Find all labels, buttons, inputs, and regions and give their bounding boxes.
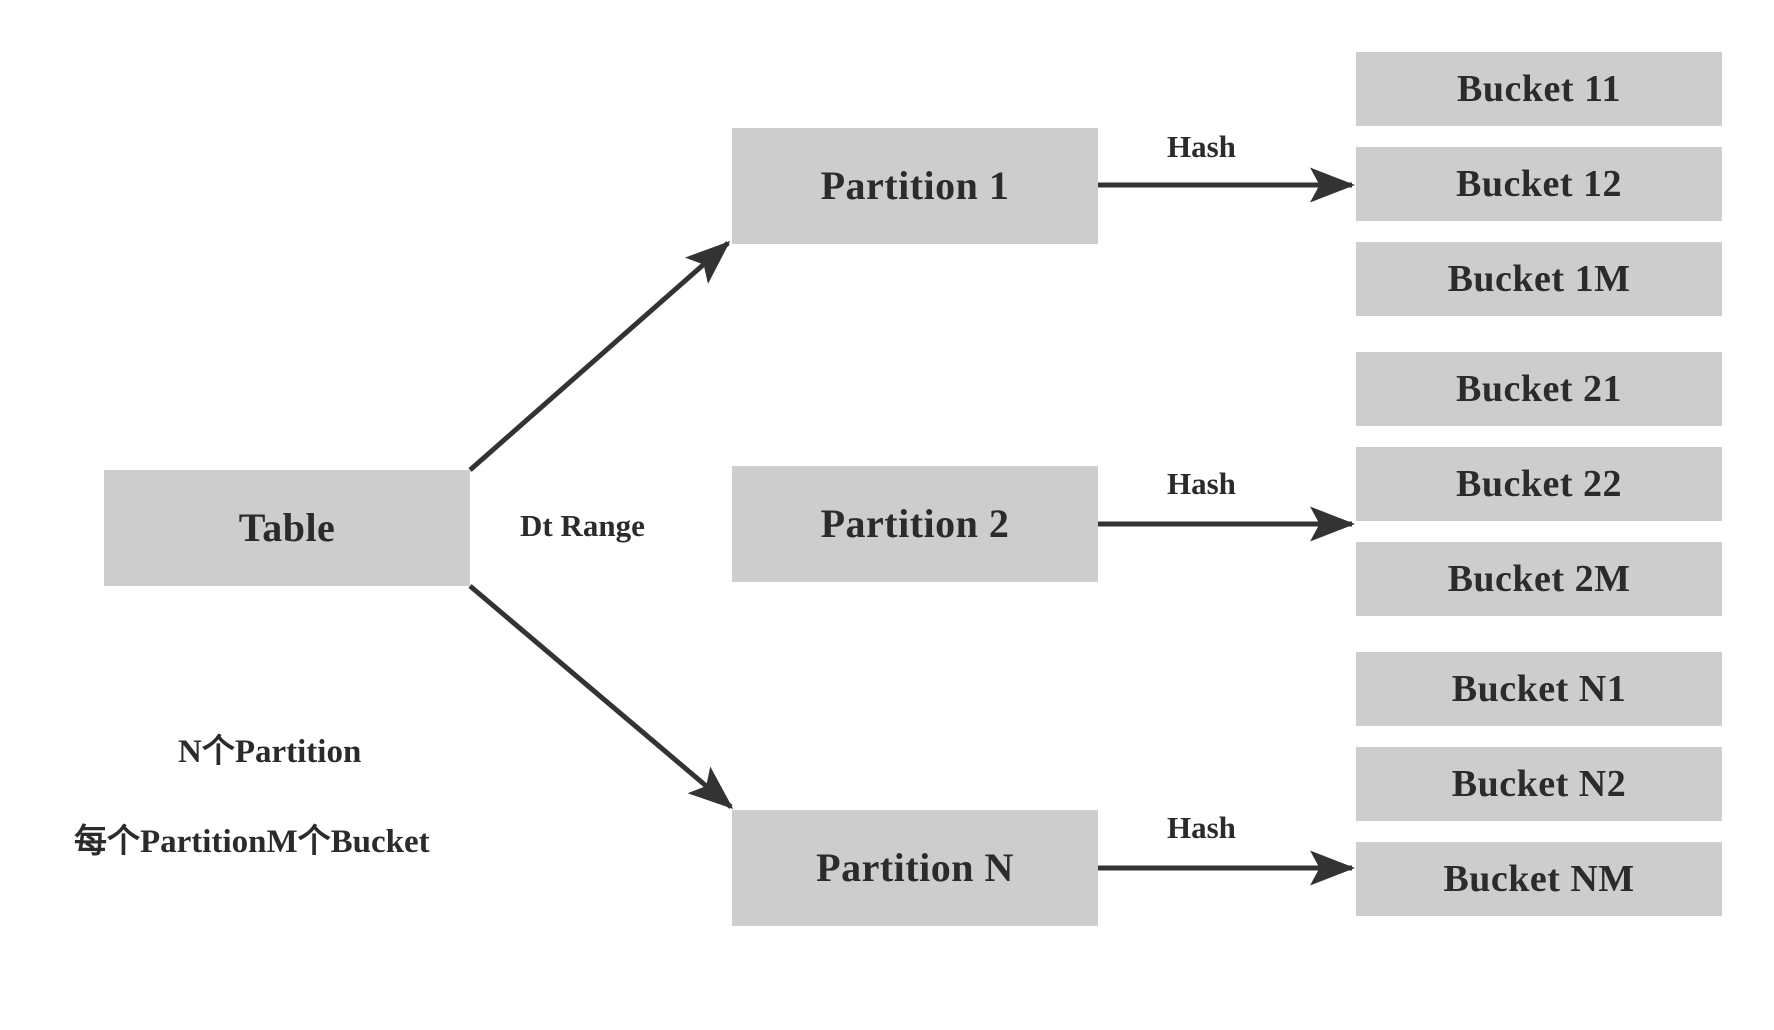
node-bucket-n2[interactable]: Bucket N2	[1356, 747, 1722, 821]
node-bucket-12-label: Bucket 12	[1456, 163, 1622, 205]
node-bucket-11-label: Bucket 11	[1457, 68, 1621, 110]
node-bucket-2m-label: Bucket 2M	[1447, 558, 1631, 600]
node-bucket-22[interactable]: Bucket 22	[1356, 447, 1722, 521]
edge-label-hash-3: Hash	[1167, 810, 1236, 845]
node-bucket-n1[interactable]: Bucket N1	[1356, 652, 1722, 726]
node-bucket-12[interactable]: Bucket 12	[1356, 147, 1722, 221]
node-bucket-n1-label: Bucket N1	[1451, 668, 1627, 710]
note-bucket-per-partition: 每个PartitionM个Bucket	[74, 824, 430, 860]
node-bucket-22-label: Bucket 22	[1456, 463, 1622, 505]
edge-label-dt-range: Dt Range	[520, 508, 645, 543]
diagram-canvas: Table Partition 1 Partition 2 Partition …	[0, 0, 1774, 1030]
edge-table-to-partition-1	[468, 241, 731, 472]
edge-table-to-partition-n	[468, 584, 734, 809]
node-bucket-21-label: Bucket 21	[1456, 368, 1622, 410]
note-partition-count: N个Partition	[178, 734, 362, 770]
edge-label-hash-1: Hash	[1167, 129, 1236, 164]
node-partition-1-label: Partition 1	[820, 163, 1010, 208]
node-partition-1[interactable]: Partition 1	[732, 128, 1098, 244]
node-bucket-21[interactable]: Bucket 21	[1356, 352, 1722, 426]
node-bucket-nm-label: Bucket NM	[1443, 858, 1635, 900]
node-bucket-1m-label: Bucket 1M	[1447, 258, 1631, 300]
node-table[interactable]: Table	[104, 470, 470, 586]
edge-label-hash-2: Hash	[1167, 466, 1236, 501]
node-partition-n[interactable]: Partition N	[732, 810, 1098, 926]
node-partition-2[interactable]: Partition 2	[732, 466, 1098, 582]
node-bucket-11[interactable]: Bucket 11	[1356, 52, 1722, 126]
node-bucket-1m[interactable]: Bucket 1M	[1356, 242, 1722, 316]
node-partition-n-label: Partition N	[816, 845, 1014, 890]
node-partition-2-label: Partition 2	[820, 501, 1010, 546]
node-bucket-n2-label: Bucket N2	[1451, 763, 1627, 805]
node-bucket-2m[interactable]: Bucket 2M	[1356, 542, 1722, 616]
node-table-label: Table	[238, 505, 336, 550]
node-bucket-nm[interactable]: Bucket NM	[1356, 842, 1722, 916]
